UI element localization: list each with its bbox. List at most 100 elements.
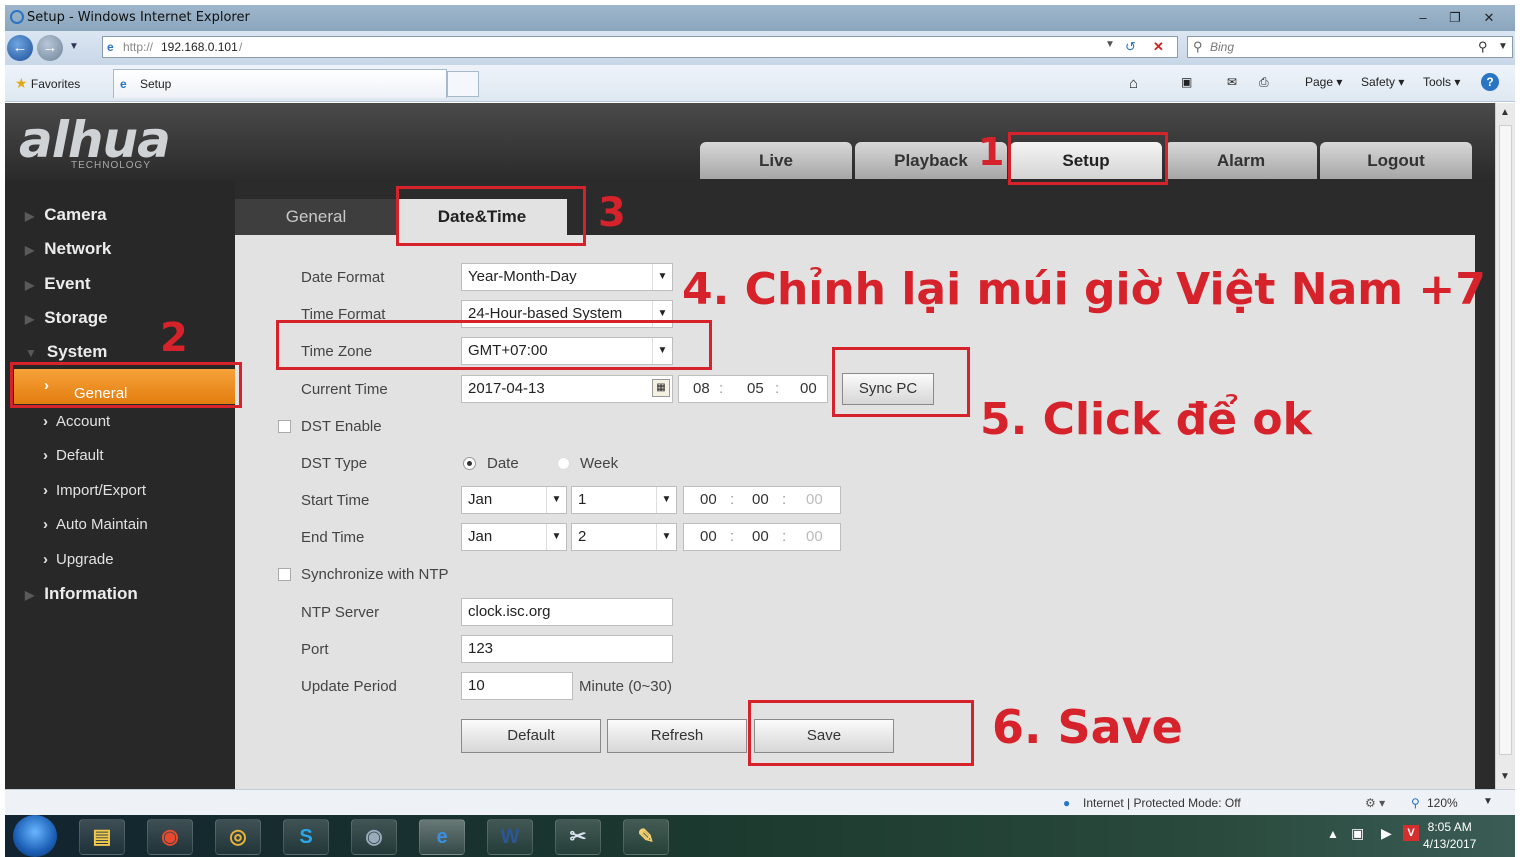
update-period-hint: Minute (0~30) bbox=[579, 678, 672, 695]
sidebar-item-upgrade[interactable]: › Upgrade bbox=[43, 551, 114, 568]
protected-mode-icon[interactable]: ⚙ ▾ bbox=[1365, 796, 1385, 810]
stop-icon[interactable]: ✕ bbox=[1153, 39, 1164, 55]
app-header: alhua TECHNOLOGY Live Playback Setup Ala… bbox=[5, 103, 1495, 181]
zoom-level[interactable]: 120% bbox=[1427, 796, 1458, 810]
sidebar-item-import-export[interactable]: › Import/Export bbox=[43, 482, 146, 499]
antivirus-icon[interactable]: V bbox=[1403, 825, 1419, 841]
default-button[interactable]: Default bbox=[461, 719, 601, 753]
word-icon[interactable]: W bbox=[487, 819, 533, 855]
sidebar-item-storage[interactable]: ▶ Storage bbox=[25, 308, 108, 328]
start-month-select[interactable]: Jan ▼ bbox=[461, 486, 567, 514]
browser-tab-setup[interactable]: e Setup bbox=[113, 69, 447, 98]
url-proto: http:// bbox=[123, 40, 154, 54]
start-time-input[interactable]: 00 : 00 : 00 bbox=[683, 486, 841, 514]
page-scrollbar[interactable]: ▲ ▼ bbox=[1495, 103, 1515, 789]
restore-icon[interactable]: ❐ bbox=[1441, 9, 1469, 27]
start-button-icon[interactable] bbox=[13, 815, 57, 857]
sidebar-item-account[interactable]: › Account bbox=[43, 413, 110, 430]
close-icon[interactable]: ✕ bbox=[1475, 9, 1503, 27]
forward-icon[interactable]: → bbox=[37, 35, 63, 61]
favorites-label: Favorites bbox=[30, 77, 81, 91]
new-tab-button[interactable] bbox=[447, 71, 479, 97]
ntp-sync-checkbox[interactable] bbox=[278, 568, 291, 581]
dahua-app: alhua TECHNOLOGY Live Playback Setup Ala… bbox=[5, 103, 1495, 789]
volume-icon[interactable]: ▶ bbox=[1381, 825, 1392, 842]
media-icon[interactable]: ◉ bbox=[147, 819, 193, 855]
expand-icon: ▶ bbox=[25, 588, 35, 602]
page-menu[interactable]: Page ▾ bbox=[1305, 75, 1342, 89]
safety-menu[interactable]: Safety ▾ bbox=[1361, 75, 1404, 89]
nav-tab-alarm[interactable]: Alarm bbox=[1165, 142, 1317, 179]
end-time-label: End Time bbox=[301, 529, 365, 546]
url-dropdown-icon[interactable]: ▼ bbox=[1105, 39, 1115, 50]
ntp-server-input[interactable]: clock.isc.org bbox=[461, 598, 673, 626]
start-day-select[interactable]: 1 ▼ bbox=[571, 486, 677, 514]
update-period-input[interactable]: 10 bbox=[461, 672, 573, 700]
annotation-1: 1 bbox=[978, 130, 1005, 174]
network-icon[interactable]: ▣ bbox=[1351, 825, 1364, 842]
current-hour[interactable]: 08 bbox=[693, 376, 710, 402]
tray-arrow-icon[interactable]: ▲ bbox=[1327, 827, 1339, 841]
port-input[interactable]: 123 bbox=[461, 635, 673, 663]
dst-enable-checkbox[interactable] bbox=[278, 420, 291, 433]
help-icon[interactable]: ? bbox=[1481, 73, 1499, 91]
date-format-select[interactable]: Year-Month-Day ▼ bbox=[461, 263, 673, 291]
security-zone[interactable]: Internet | Protected Mode: Off bbox=[1083, 796, 1241, 810]
sidebar-item-auto-maintain[interactable]: › Auto Maintain bbox=[43, 516, 148, 533]
dst-type-week-radio[interactable] bbox=[557, 457, 570, 470]
back-icon[interactable]: ← bbox=[7, 35, 33, 61]
snipping-tool-icon[interactable]: ✂ bbox=[555, 819, 601, 855]
search-input[interactable]: ⚲ Bing ⚲ ▼ bbox=[1187, 36, 1513, 58]
calendar-icon[interactable]: ▦ bbox=[652, 379, 670, 397]
sidebar-item-event[interactable]: ▶ Event bbox=[25, 274, 91, 294]
dst-type-week-label: Week bbox=[580, 455, 619, 472]
ie-icon[interactable]: e bbox=[419, 819, 465, 855]
page-icon: e bbox=[107, 40, 114, 54]
sidebar-item-system[interactable]: ▼ System bbox=[25, 342, 107, 362]
end-time-input[interactable]: 00 : 00 : 00 bbox=[683, 523, 841, 551]
refresh-icon[interactable]: ↺ bbox=[1125, 39, 1136, 55]
refresh-button[interactable]: Refresh bbox=[607, 719, 747, 753]
sidebar-item-camera[interactable]: ▶ Camera bbox=[25, 205, 107, 225]
search-dropdown-icon[interactable]: ▼ bbox=[1498, 41, 1508, 52]
print-icon[interactable]: ⎙ bbox=[1259, 75, 1269, 90]
end-day-select[interactable]: 2 ▼ bbox=[571, 523, 677, 551]
home-icon[interactable]: ⌂ bbox=[1129, 75, 1138, 92]
minimize-icon[interactable]: – bbox=[1409, 9, 1437, 27]
sidebar-item-default[interactable]: › Default bbox=[43, 447, 104, 464]
zoom-icon[interactable]: ⚲ bbox=[1411, 796, 1420, 810]
explorer-icon[interactable]: ▤ bbox=[79, 819, 125, 855]
end-month-select[interactable]: Jan ▼ bbox=[461, 523, 567, 551]
scroll-down-icon[interactable]: ▼ bbox=[1500, 771, 1510, 782]
url-input[interactable]: e http:// 192.168.0.101 / ▼ ↺ ✕ bbox=[102, 36, 1178, 58]
clock-date: 4/13/2017 bbox=[1423, 837, 1477, 851]
sidebar-item-information[interactable]: ▶ Information bbox=[25, 584, 138, 604]
tab-general[interactable]: General bbox=[235, 199, 397, 235]
window-titlebar: Setup - Windows Internet Explorer – ❐ ✕ bbox=[5, 5, 1515, 31]
scroll-thumb[interactable] bbox=[1499, 125, 1512, 755]
zoom-dropdown-icon[interactable]: ▼ bbox=[1483, 796, 1493, 807]
nav-tab-logout[interactable]: Logout bbox=[1320, 142, 1472, 179]
feeds-icon[interactable]: ▣ bbox=[1181, 75, 1192, 89]
system-clock[interactable]: 8:05 AM 4/13/2017 bbox=[1423, 819, 1476, 853]
dst-type-date-radio[interactable] bbox=[463, 457, 476, 470]
mail-icon[interactable]: ✉ bbox=[1227, 75, 1237, 89]
scroll-up-icon[interactable]: ▲ bbox=[1500, 107, 1510, 118]
camera-icon[interactable]: ◉ bbox=[351, 819, 397, 855]
ntp-sync-label: Synchronize with NTP bbox=[301, 566, 449, 583]
tools-menu[interactable]: Tools ▾ bbox=[1423, 75, 1460, 89]
current-time-input[interactable]: 08 : 05 : 00 bbox=[678, 375, 828, 403]
current-second[interactable]: 00 bbox=[800, 376, 817, 402]
search-icon[interactable]: ⚲ bbox=[1478, 39, 1488, 55]
favorites-button[interactable]: ★ Favorites bbox=[15, 75, 80, 92]
nav-tab-live[interactable]: Live bbox=[700, 142, 852, 179]
current-minute[interactable]: 05 bbox=[747, 376, 764, 402]
paint-icon[interactable]: ✎ bbox=[623, 819, 669, 855]
annotation-box-save bbox=[748, 700, 974, 766]
chrome-icon[interactable]: ◎ bbox=[215, 819, 261, 855]
skype-icon[interactable]: S bbox=[283, 819, 329, 855]
current-date-input[interactable]: 2017-04-13 ▦ bbox=[461, 375, 673, 403]
history-dropdown-icon[interactable]: ▼ bbox=[69, 41, 79, 52]
sidebar-item-network[interactable]: ▶ Network bbox=[25, 239, 111, 259]
url-host: 192.168.0.101 bbox=[161, 40, 238, 54]
